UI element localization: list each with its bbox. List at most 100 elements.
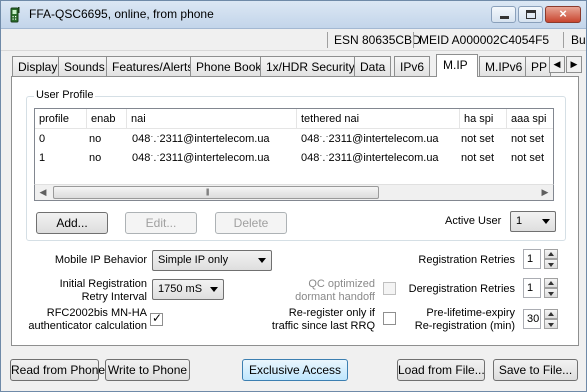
traffic-since-rrq-label: traffic since last RRQ xyxy=(271,320,375,332)
maximize-button[interactable] xyxy=(518,6,543,23)
registration-retries-label: Registration Retries xyxy=(418,254,515,266)
read-from-phone-button[interactable]: Read from Phone xyxy=(10,359,105,381)
add-button[interactable]: Add... xyxy=(36,212,108,234)
maximize-icon xyxy=(526,10,536,19)
scroll-thumb[interactable]: ||| xyxy=(53,186,379,199)
info-separator xyxy=(413,32,414,48)
list-horizontal-scrollbar[interactable]: ◀ ||| ▶ xyxy=(34,184,554,201)
spin-down-button[interactable] xyxy=(544,288,558,298)
cell-aaa-spi: not set xyxy=(511,152,545,164)
spin-up-button[interactable] xyxy=(544,278,558,288)
qc-optimized-checkbox[interactable] xyxy=(383,282,396,295)
info-separator xyxy=(327,32,328,48)
save-to-file-button[interactable]: Save to File... xyxy=(493,359,578,381)
reregister-label: Re-register only if xyxy=(288,307,375,319)
user-profile-legend: User Profile xyxy=(34,89,96,101)
reregister-checkbox[interactable] xyxy=(383,312,396,325)
tab-phone-book[interactable]: Phone Book xyxy=(190,56,268,76)
meid-label: MEID A000002C4054F5 xyxy=(419,33,550,47)
window-title: FFA-QSC6695, online, from phone xyxy=(29,7,214,21)
column-header-enab[interactable]: enab xyxy=(87,109,127,129)
info-separator xyxy=(563,32,564,48)
tab-scroll-right-button[interactable]: ▶ xyxy=(566,56,582,73)
tab-mipv6[interactable]: M.IPv6 xyxy=(479,56,529,76)
tab-mip[interactable]: M.IP xyxy=(436,54,478,77)
column-header-aaa-spi[interactable]: aaa spi xyxy=(507,109,553,129)
main-window: FFA-QSC6695, online, from phone × ESN 80… xyxy=(0,0,587,392)
cell-nai: 048ˑ.ˑ2311@intertelecom.ua xyxy=(132,133,270,145)
scroll-right-icon[interactable]: ▶ xyxy=(537,185,553,200)
esn-label: ESN 80635CBD xyxy=(334,33,421,47)
column-header-nai[interactable]: nai xyxy=(127,109,297,129)
tab-data[interactable]: Data xyxy=(354,56,392,76)
retry-interval-select[interactable]: 1750 mS xyxy=(152,279,224,300)
mobile-ip-behavior-value: Simple IP only xyxy=(158,254,229,266)
info-extra-label: Bu xyxy=(571,33,586,47)
tab-scroll-left-button[interactable]: ◀ xyxy=(549,56,565,73)
load-from-file-button[interactable]: Load from File... xyxy=(397,359,485,381)
tab-pp[interactable]: PP xyxy=(525,56,551,76)
cell-aaa-spi: not set xyxy=(511,133,545,145)
spinner-buttons xyxy=(544,278,558,298)
delete-button[interactable]: Delete xyxy=(215,212,287,234)
rfc2002-label: RFC2002bis MN-HA xyxy=(46,307,147,319)
deregistration-retries-value[interactable]: 1 xyxy=(523,278,541,298)
phone-app-icon xyxy=(7,7,23,23)
spinner-buttons xyxy=(544,249,558,269)
tab-ipv6[interactable]: IPv6 xyxy=(394,56,431,76)
arrow-down-icon xyxy=(548,292,554,296)
column-header-ha-spi[interactable]: ha spi xyxy=(460,109,507,129)
active-user-label: Active User xyxy=(445,215,502,227)
arrow-down-icon xyxy=(548,323,554,327)
column-header-profile[interactable]: profile xyxy=(35,109,87,129)
chevron-down-icon xyxy=(210,287,218,292)
close-button[interactable]: × xyxy=(545,6,581,23)
minimize-button[interactable] xyxy=(491,6,516,23)
minimize-icon xyxy=(500,16,509,19)
tab-features-alerts[interactable]: Features/Alerts xyxy=(106,56,200,76)
chevron-left-icon: ◀ xyxy=(553,59,561,69)
arrow-down-icon xyxy=(548,263,554,267)
tab-display[interactable]: Display xyxy=(12,56,64,76)
list-header: profile enab nai tethered nai ha spi aaa… xyxy=(35,109,553,129)
cell-enab: no xyxy=(89,152,102,164)
spin-down-button[interactable] xyxy=(544,259,558,269)
chevron-right-icon: ▶ xyxy=(570,59,578,69)
registration-retries-value[interactable]: 1 xyxy=(523,249,541,269)
device-info-bar: ESN 80635CBD MEID A000002C4054F5 Bu xyxy=(1,29,586,51)
cell-profile: 0 xyxy=(39,133,46,145)
column-header-tethered-nai[interactable]: tethered nai xyxy=(297,109,460,129)
active-user-select[interactable]: 1 xyxy=(510,211,556,232)
cell-profile: 1 xyxy=(39,152,46,164)
write-to-phone-button[interactable]: Write to Phone xyxy=(105,359,190,381)
spin-up-button[interactable] xyxy=(544,309,558,319)
edit-button[interactable]: Edit... xyxy=(125,212,197,234)
cell-ha-spi: not set xyxy=(461,133,495,145)
close-icon: × xyxy=(559,6,567,21)
authenticator-calculation-label: authenticator calculation xyxy=(28,320,147,332)
chevron-down-icon xyxy=(542,219,550,224)
scroll-grip-icon: ||| xyxy=(206,189,210,196)
rfc2002-checkbox[interactable]: ✓ xyxy=(150,311,163,326)
pre-lifetime-value[interactable]: 30 xyxy=(523,309,541,329)
check-icon: ✓ xyxy=(152,311,163,325)
deregistration-retries-label: Deregistration Retries xyxy=(408,283,515,295)
spin-down-button[interactable] xyxy=(544,319,558,329)
retry-interval-label: Retry Interval xyxy=(81,291,147,303)
chevron-down-icon xyxy=(258,258,266,263)
reregistration-min-label: Re-registration (min) xyxy=(414,320,515,332)
qc-optimized-label: QC optimized xyxy=(308,278,375,290)
title-bar[interactable]: FFA-QSC6695, online, from phone × xyxy=(1,1,586,29)
exclusive-access-button[interactable]: Exclusive Access xyxy=(242,359,348,381)
dormant-handoff-label: dormant handoff xyxy=(295,291,375,303)
retry-interval-value: 1750 mS xyxy=(158,283,203,295)
tab-sounds[interactable]: Sounds xyxy=(58,56,111,76)
spin-up-button[interactable] xyxy=(544,249,558,259)
cell-tethered-nai: 048ˑ.ˑ2311@intertelecom.ua xyxy=(301,152,439,164)
scroll-left-icon[interactable]: ◀ xyxy=(35,185,51,200)
mobile-ip-behavior-select[interactable]: Simple IP only xyxy=(152,250,272,271)
tab-1x-hdr-security[interactable]: 1x/HDR Security xyxy=(260,56,361,76)
mobile-ip-behavior-label: Mobile IP Behavior xyxy=(54,254,147,266)
cell-nai: 048ˑ.ˑ2311@intertelecom.ua xyxy=(132,152,270,164)
pre-lifetime-expiry-label: Pre-lifetime-expiry xyxy=(426,307,515,319)
